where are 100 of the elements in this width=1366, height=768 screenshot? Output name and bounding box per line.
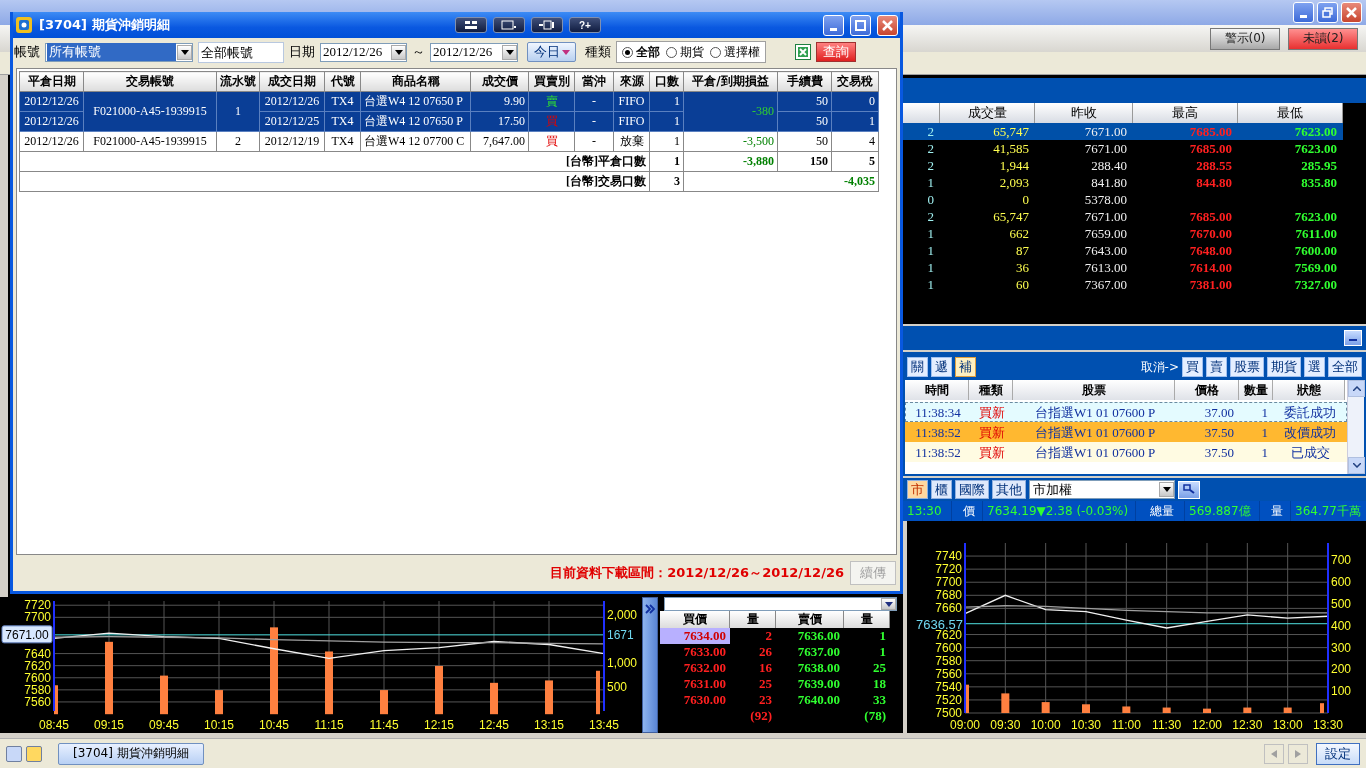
ask-price: 7640.00 [796, 692, 841, 708]
time-value: 13:30 [903, 501, 951, 521]
market-tab[interactable]: 櫃 [931, 480, 952, 499]
table-cell[interactable]: F021000-A45-1939915 [83, 131, 217, 152]
today-button[interactable]: 今日 [527, 42, 576, 62]
close-button[interactable] [877, 14, 898, 36]
cancel-button[interactable]: 買 [1182, 357, 1203, 377]
help-button[interactable]: ?+ [569, 17, 601, 33]
axis-label: 13:45 [589, 718, 619, 732]
quote-row[interactable]: 2 65,747 7671.00 7685.00 7623.00 [903, 208, 1343, 225]
alert-button[interactable]: 未讀(2) [1288, 27, 1358, 50]
volume-bar [596, 670, 600, 715]
radio-option[interactable]: 全部 [622, 43, 660, 61]
quote-row[interactable]: 2 65,747 7671.00 7685.00 7623.00 [903, 123, 1343, 140]
axis-label: 2,000 [607, 607, 638, 622]
radio-button[interactable] [666, 46, 677, 58]
cancel-button[interactable]: 全部 [1328, 357, 1362, 377]
order-row[interactable]: 11:38:34 買新 台指選W1 01 07600 P 37.00 1 委託成功 [905, 402, 1347, 422]
cancel-button[interactable]: 賣 [1206, 357, 1227, 377]
volume-bar [1162, 707, 1171, 713]
order-row[interactable]: 11:38:52 買新 台指選W1 01 07600 P 37.50 1 改價成功 [905, 422, 1347, 442]
restore-button[interactable] [1317, 2, 1338, 23]
table-cell-text: 買新 [978, 404, 1006, 422]
quote-row[interactable]: 1 87 7643.00 7648.00 7600.00 [903, 242, 1343, 259]
radio-option[interactable]: 選擇權 [710, 43, 760, 61]
panel-button[interactable] [531, 17, 563, 33]
bid-price[interactable]: 7633.00 [660, 644, 730, 660]
window-icon [501, 20, 517, 30]
bid-price[interactable]: 7632.00 [660, 660, 730, 676]
account-select[interactable]: 所有帳號 [45, 42, 193, 62]
quote-row[interactable]: 1 662 7659.00 7670.00 7611.00 [903, 225, 1343, 242]
table-cell-text: 7685.00 [1188, 123, 1233, 140]
minimize-button[interactable] [1293, 2, 1314, 23]
radio-button[interactable] [710, 46, 721, 58]
table-cell-text: 37.50 [1203, 424, 1235, 442]
axis-label: 700 [1331, 553, 1352, 568]
table-cell: - [574, 111, 614, 132]
quote-row[interactable]: 2 41,585 7671.00 7685.00 7623.00 [903, 140, 1343, 157]
task-button[interactable]: [3704] 期貨沖銷明細 [58, 742, 204, 765]
table-cell-text: 36 [1015, 259, 1030, 276]
caret-icon [180, 49, 189, 55]
table-cell: 台選W4 12 07650 P [360, 91, 471, 112]
table-cell-text: 841.80 [1090, 174, 1128, 191]
close-button[interactable] [1341, 2, 1362, 23]
bid-price[interactable]: 7631.00 [660, 676, 730, 692]
minimize-icon [1300, 15, 1307, 18]
quote-row[interactable]: 1 60 7367.00 7381.00 7327.00 [903, 276, 1343, 293]
window-button[interactable] [493, 17, 525, 33]
scroll-up-button[interactable] [1348, 380, 1365, 397]
quote-row[interactable]: 1 36 7613.00 7614.00 7569.00 [903, 259, 1343, 276]
caret-icon [884, 601, 893, 607]
table-cell: FIFO [613, 91, 650, 112]
maximize-button[interactable] [850, 14, 871, 36]
bid-quantity: 25 [758, 676, 773, 692]
axis-label: 7700 [24, 610, 51, 625]
cancel-button[interactable]: 股票 [1230, 357, 1264, 377]
scroll-down-button[interactable] [1348, 457, 1365, 474]
bid-price[interactable]: 7630.00 [660, 692, 730, 708]
table-cell: - [574, 131, 614, 152]
quantity-value: 364.77千萬 [1291, 501, 1366, 521]
ask-total: (78) [863, 708, 887, 724]
radio-button[interactable] [622, 46, 633, 58]
search-button[interactable] [1178, 480, 1200, 499]
filter-button[interactable]: 補 [955, 357, 976, 377]
date-select[interactable]: 2012/12/26 [320, 42, 407, 62]
bid-quantity: 26 [758, 644, 773, 660]
quote-row[interactable]: 1 2,093 841.80 844.80 835.80 [903, 174, 1343, 191]
index-select[interactable]: 市加權 [1029, 480, 1175, 499]
cancel-button[interactable]: 期貨 [1267, 357, 1301, 377]
alert-button[interactable]: 警示(0) [1210, 27, 1280, 50]
quote-row[interactable]: 2 1,944 288.40 288.55 285.95 [903, 157, 1343, 174]
table-cell-text: 2 [926, 123, 935, 140]
axis-label: 7640 [24, 646, 51, 661]
column-header: 流水號 [216, 71, 260, 92]
market-tab[interactable]: 國際 [955, 480, 989, 499]
table-cell-text: 1 [1260, 424, 1269, 442]
cancel-button[interactable]: 選 [1304, 357, 1325, 377]
field-label: 帳號 [14, 43, 40, 61]
filter-button[interactable]: 關 [907, 357, 928, 377]
market-tab[interactable]: 市 [907, 480, 928, 499]
market-tab[interactable]: 其他 [992, 480, 1026, 499]
quote-row[interactable]: 0 0 5378.00 [903, 191, 1343, 208]
book-select[interactable] [664, 597, 897, 611]
radio-option[interactable]: 期貨 [666, 43, 704, 61]
table-cell: 7,647.00 [470, 131, 529, 152]
filter-button[interactable]: 遞 [931, 357, 952, 377]
date-select[interactable]: 2012/12/26 [430, 42, 518, 62]
account-field[interactable]: 全部帳號 [198, 41, 284, 63]
layout-button[interactable] [455, 17, 487, 33]
order-row[interactable]: 11:38:52 買新 台指選W1 01 07600 P 37.50 1 已成交 [905, 442, 1347, 462]
axis-label: 500 [1331, 597, 1352, 612]
settings-button[interactable]: 設定 [1316, 742, 1360, 765]
table-cell-text: 37.50 [1203, 444, 1235, 462]
table-cell[interactable]: F021000-A45-1939915 [83, 91, 217, 132]
column-header: 種類 [969, 380, 1013, 400]
folder-icon [26, 745, 42, 762]
minimize-button[interactable] [1344, 330, 1362, 346]
expand-button[interactable] [642, 597, 658, 733]
minimize-button[interactable] [823, 14, 844, 36]
axis-label: 1,000 [607, 655, 638, 670]
